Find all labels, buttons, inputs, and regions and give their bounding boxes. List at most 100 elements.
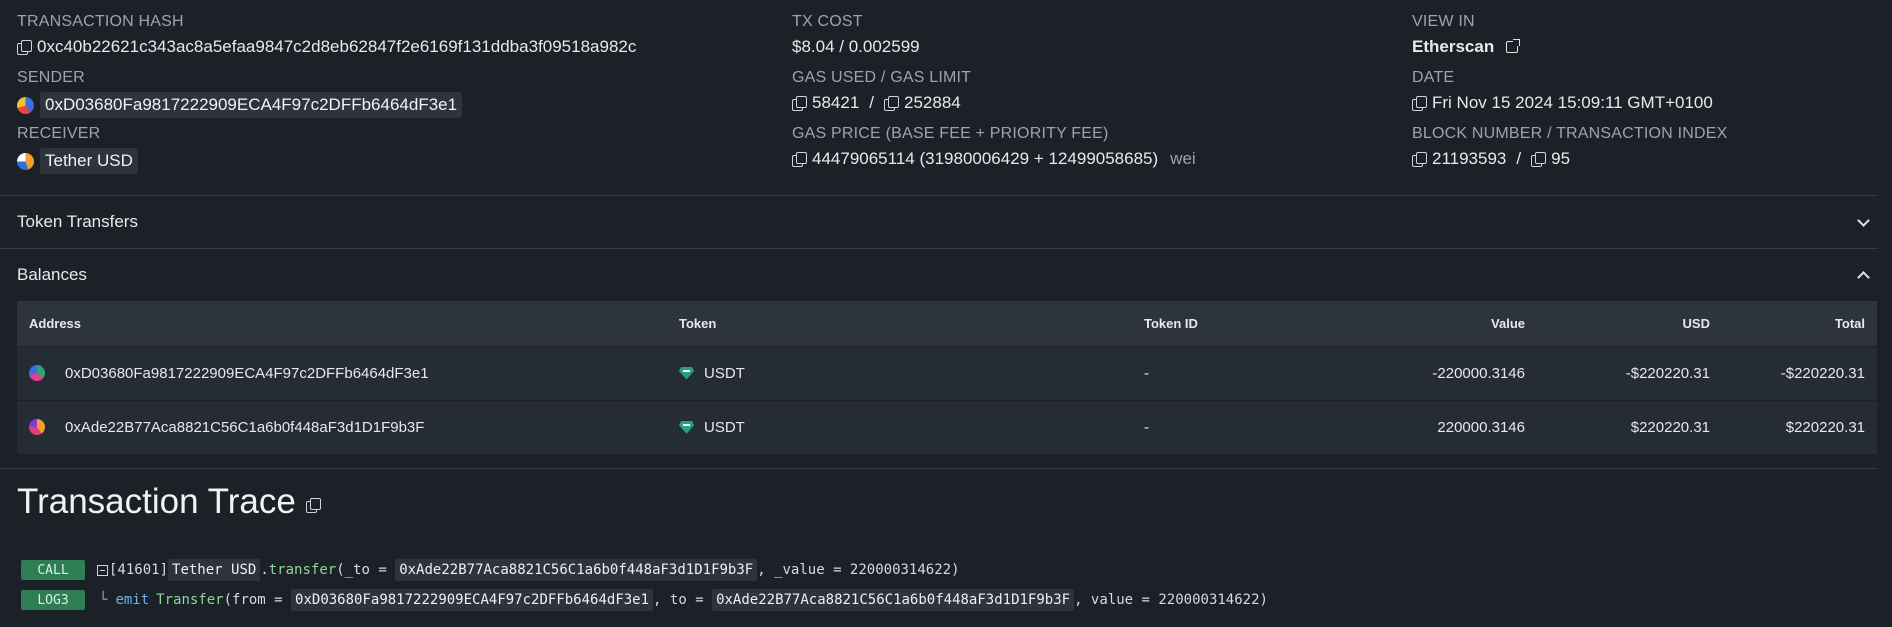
col-value: Value bbox=[1372, 301, 1537, 346]
external-link-icon[interactable] bbox=[1506, 39, 1521, 53]
gas-separator: / bbox=[869, 93, 875, 112]
tree-connector: └ bbox=[99, 592, 108, 608]
tx-hash-label: TRANSACTION HASH bbox=[17, 13, 184, 30]
view-in-row: Etherscan bbox=[1412, 33, 1728, 61]
gas-price-unit: wei bbox=[1170, 149, 1196, 168]
log-to-address[interactable]: 0xAde22B77Aca8821C56C1a6b0f448aF3d1D1F9b… bbox=[712, 589, 1075, 611]
event-name: Transfer bbox=[156, 592, 224, 608]
log-from-address[interactable]: 0xD03680Fa9817222909ECA4F97c2DFFb6464dF3… bbox=[291, 589, 654, 611]
chevron-down-icon bbox=[1857, 216, 1869, 228]
row-address[interactable]: 0xAde22B77Aca8821C56C1a6b0f448aF3d1D1F9b… bbox=[65, 419, 424, 436]
date-row: Fri Nov 15 2024 15:09:11 GMT+0100 bbox=[1412, 89, 1728, 117]
receiver-name[interactable]: Tether USD bbox=[40, 148, 138, 174]
col-token-id: Token ID bbox=[1132, 301, 1372, 346]
trace-title: Transaction Trace bbox=[17, 482, 296, 521]
sender-avatar bbox=[17, 96, 34, 114]
trace-call-line: CALL [41601] Tether USD . transfer (_to … bbox=[21, 558, 960, 582]
etherscan-link[interactable]: Etherscan bbox=[1412, 37, 1494, 57]
col-total: Total bbox=[1722, 301, 1877, 346]
table-row: 0xAde22B77Aca8821C56C1a6b0f448aF3d1D1F9b… bbox=[17, 399, 1877, 454]
gas-price-row: 44479065114 (31980006429 + 12499058685) … bbox=[792, 145, 1196, 173]
tx-index: 95 bbox=[1551, 149, 1571, 168]
call-to-address[interactable]: 0xAde22B77Aca8821C56C1a6b0f448aF3d1D1F9b… bbox=[395, 559, 758, 581]
log-params-mid: , to = bbox=[653, 592, 713, 608]
row-total: $220220.31 bbox=[1722, 399, 1877, 454]
row-usd: $220220.31 bbox=[1537, 399, 1722, 454]
balances-table: Address Token Token ID Value USD Total 0… bbox=[17, 301, 1877, 454]
row-value: 220000.3146 bbox=[1372, 399, 1537, 454]
collapse-icon[interactable] bbox=[97, 564, 108, 576]
tx-cost-value: $8.04 / 0.002599 bbox=[792, 37, 920, 56]
row-token[interactable]: USDT bbox=[704, 419, 745, 436]
receiver-avatar bbox=[17, 152, 34, 170]
table-row: 0xD03680Fa9817222909ECA4F97c2DFFb6464dF3… bbox=[17, 345, 1877, 400]
log-badge: LOG3 bbox=[21, 590, 85, 610]
copy-icon[interactable] bbox=[1531, 152, 1547, 167]
row-token-id: - bbox=[1132, 399, 1372, 454]
chevron-up-icon bbox=[1857, 269, 1869, 281]
call-contract[interactable]: Tether USD bbox=[168, 559, 261, 581]
gas-used: 58421 bbox=[812, 93, 860, 112]
date-label: DATE bbox=[1412, 69, 1455, 86]
tx-cost-label: TX COST bbox=[792, 13, 863, 30]
view-in-label: VIEW IN bbox=[1412, 13, 1475, 30]
col-usd: USD bbox=[1537, 301, 1722, 346]
trace-log-line: LOG3 └ emit Transfer (from = 0xD03680Fa9… bbox=[21, 588, 1268, 612]
date-value: Fri Nov 15 2024 15:09:11 GMT+0100 bbox=[1432, 93, 1713, 112]
col-token: Token bbox=[667, 301, 1132, 346]
sender-label: SENDER bbox=[17, 69, 85, 86]
row-value: -220000.3146 bbox=[1372, 345, 1537, 400]
call-badge: CALL bbox=[21, 560, 85, 580]
tether-icon bbox=[679, 367, 694, 380]
gas-price-label: GAS PRICE (BASE FEE + PRIORITY FEE) bbox=[792, 125, 1109, 142]
overview-col-2: TX COST $8.04 / 0.002599 GAS USED / GAS … bbox=[792, 11, 1196, 173]
sender-row: 0xD03680Fa9817222909ECA4F97c2DFFb6464dF3… bbox=[17, 89, 636, 121]
gas-price-value: 44479065114 (31980006429 + 12499058685) bbox=[812, 149, 1159, 168]
col-address: Address bbox=[17, 301, 667, 346]
tether-icon bbox=[679, 421, 694, 434]
balances-title: Balances bbox=[17, 265, 87, 284]
call-params-open: (_to = bbox=[336, 562, 396, 578]
balances-toggle[interactable]: Balances bbox=[17, 260, 1875, 290]
overview-col-1: TRANSACTION HASH 0xc40b22621c343ac8a5efa… bbox=[17, 11, 636, 177]
divider bbox=[0, 248, 1878, 249]
row-total: -$220220.31 bbox=[1722, 345, 1877, 400]
tx-hash-value: 0xc40b22621c343ac8a5efaa9847c2d8eb62847f… bbox=[37, 37, 637, 56]
call-method: transfer bbox=[268, 562, 337, 578]
block-number: 21193593 bbox=[1432, 149, 1507, 168]
gas-row: 58421 / 252884 bbox=[792, 89, 1196, 117]
divider bbox=[0, 195, 1878, 196]
divider bbox=[0, 468, 1878, 469]
copy-icon[interactable] bbox=[884, 96, 900, 111]
receiver-label: RECEIVER bbox=[17, 125, 101, 142]
table-header-row: Address Token Token ID Value USD Total bbox=[17, 301, 1877, 346]
overview-col-3: VIEW IN Etherscan DATE Fri Nov 15 2024 1… bbox=[1412, 11, 1728, 173]
sender-address[interactable]: 0xD03680Fa9817222909ECA4F97c2DFFb6464dF3… bbox=[40, 92, 463, 118]
receiver-row: Tether USD bbox=[17, 145, 636, 177]
token-transfers-toggle[interactable]: Token Transfers bbox=[17, 207, 1875, 237]
block-label: BLOCK NUMBER / TRANSACTION INDEX bbox=[1412, 125, 1728, 142]
block-row: 21193593 / 95 bbox=[1412, 145, 1728, 173]
emit-keyword: emit bbox=[115, 592, 150, 608]
tx-hash-row: 0xc40b22621c343ac8a5efaa9847c2d8eb62847f… bbox=[17, 33, 636, 61]
copy-icon[interactable] bbox=[792, 96, 807, 111]
address-avatar bbox=[29, 365, 45, 381]
gas-limit: 252884 bbox=[904, 93, 961, 112]
row-address[interactable]: 0xD03680Fa9817222909ECA4F97c2DFFb6464dF3… bbox=[65, 365, 429, 382]
address-avatar bbox=[29, 419, 45, 436]
copy-icon[interactable] bbox=[792, 152, 807, 167]
call-dot: . bbox=[260, 562, 269, 578]
row-usd: -$220220.31 bbox=[1537, 345, 1722, 400]
gas-label: GAS USED / GAS LIMIT bbox=[792, 69, 972, 86]
call-params-close: , _value = 220000314622) bbox=[757, 562, 960, 578]
copy-icon[interactable] bbox=[305, 498, 321, 513]
row-token-id: - bbox=[1132, 345, 1372, 400]
copy-icon[interactable] bbox=[1412, 152, 1427, 167]
call-gas: [41601] bbox=[109, 562, 169, 578]
log-params-open: (from = bbox=[223, 592, 292, 608]
trace-heading: Transaction Trace bbox=[17, 482, 321, 522]
copy-icon[interactable] bbox=[1412, 96, 1427, 111]
copy-icon[interactable] bbox=[17, 40, 32, 55]
row-token[interactable]: USDT bbox=[704, 365, 745, 382]
block-separator: / bbox=[1516, 149, 1522, 168]
